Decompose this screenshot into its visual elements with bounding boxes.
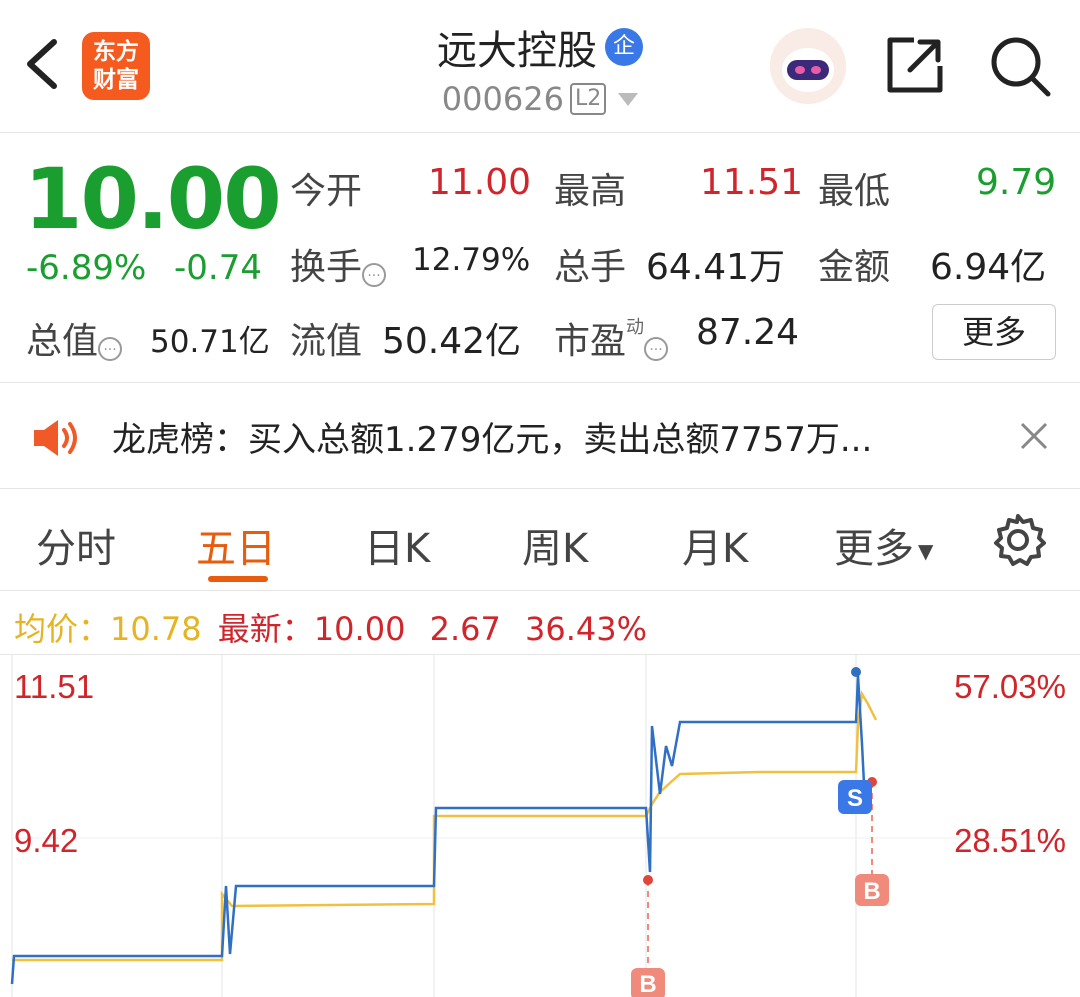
total-cap-value: 50.71亿 <box>150 324 270 360</box>
divider <box>0 382 1080 383</box>
speaker-icon <box>34 420 77 456</box>
chart-legend: 均价：10.78 最新：10.00 2.67 36.43% <box>14 604 647 650</box>
stock-code: 000626 <box>441 80 564 118</box>
high-label: 最高 <box>554 171 627 212</box>
change-amount: -0.74 <box>174 248 262 288</box>
tab-weekly-k[interactable]: 周K <box>522 516 588 574</box>
latest-label: 最新： <box>217 610 314 648</box>
turnover-label: 换手 <box>290 247 363 288</box>
buy-marker-label: B <box>639 971 656 997</box>
y-label-right-mid: 28.51% <box>954 822 1066 859</box>
avg-price-line <box>12 690 878 962</box>
divider <box>0 488 1080 489</box>
y-label-right-top: 57.03% <box>954 668 1066 705</box>
level2-badge: L2 <box>569 83 607 115</box>
gear-icon[interactable] <box>990 512 1046 568</box>
volume-label: 总手 <box>554 247 627 288</box>
low-label: 最低 <box>818 171 891 212</box>
pe-dynamic-sup: 动 <box>626 316 645 338</box>
turnover-value: 12.79% <box>412 242 531 278</box>
y-label-left-mid: 9.42 <box>14 822 78 859</box>
chart-high-point <box>851 667 861 677</box>
info-icon[interactable]: ··· <box>362 262 387 287</box>
low-value: 9.79 <box>976 162 1057 203</box>
stock-name: 远大控股 <box>437 28 597 74</box>
tab-daily-k[interactable]: 日K <box>364 516 430 574</box>
total-cap-label: 总值 <box>26 321 99 362</box>
volume-value: 64.41万 <box>646 247 786 288</box>
amount-label: 金额 <box>818 247 891 288</box>
y-label-left-top: 11.51 <box>14 668 94 705</box>
high-value: 11.51 <box>700 162 804 203</box>
close-icon[interactable] <box>1014 416 1054 456</box>
tab-more[interactable]: 更多 ▼ <box>834 516 933 574</box>
tab-five-day[interactable]: 五日 <box>196 516 276 574</box>
open-label: 今开 <box>290 171 363 212</box>
open-value: 11.00 <box>428 162 532 203</box>
latest-change-pct: 36.43% <box>525 610 648 648</box>
avg-label: 均价： <box>14 610 111 648</box>
share-icon[interactable] <box>884 34 946 96</box>
five-day-chart[interactable]: 11.51 9.42 57.03% 28.51% S B B <box>0 654 1080 997</box>
top-bar: 东方 财富 远大控股 企 000626 L2 <box>0 0 1080 133</box>
tab-intraday[interactable]: 分时 <box>36 516 116 574</box>
price-line <box>10 675 872 985</box>
active-tab-indicator <box>208 576 268 582</box>
float-cap-label: 流值 <box>290 321 363 362</box>
pe-row[interactable]: 市盈动··· <box>554 312 669 364</box>
latest-change: 2.67 <box>429 610 501 648</box>
buy-point <box>643 875 653 885</box>
sell-marker-label: S <box>847 785 863 812</box>
dropdown-triangle-icon[interactable] <box>618 92 639 106</box>
info-icon[interactable]: ··· <box>98 336 123 361</box>
tab-monthly-k[interactable]: 月K <box>682 516 748 574</box>
info-icon[interactable]: ··· <box>644 336 669 361</box>
pe-label: 市盈 <box>554 321 627 362</box>
search-icon[interactable] <box>988 34 1052 98</box>
float-cap-value: 50.42亿 <box>382 321 522 362</box>
change-percent: -6.89% <box>26 248 147 288</box>
notice-text[interactable]: 龙虎榜：买入总额1.279亿元，卖出总额7757万... <box>112 412 872 461</box>
pe-value: 87.24 <box>696 312 800 353</box>
current-price: 10.00 <box>24 150 282 248</box>
total-cap-row[interactable]: 总值 ··· <box>26 312 123 364</box>
divider <box>0 590 1080 591</box>
enterprise-badge: 企 <box>605 28 643 66</box>
latest-value: 10.00 <box>313 610 406 648</box>
amount-value: 6.94亿 <box>930 247 1047 288</box>
buy-marker-label: B <box>863 878 880 905</box>
assistant-robot-icon[interactable] <box>770 28 846 104</box>
turnover-row[interactable]: 换手 ··· <box>290 238 387 290</box>
tab-more-label: 更多 <box>834 526 914 572</box>
more-quote-button[interactable]: 更多 <box>932 304 1056 360</box>
dropdown-caret-icon: ▼ <box>918 539 934 563</box>
avg-value: 10.78 <box>110 610 202 648</box>
